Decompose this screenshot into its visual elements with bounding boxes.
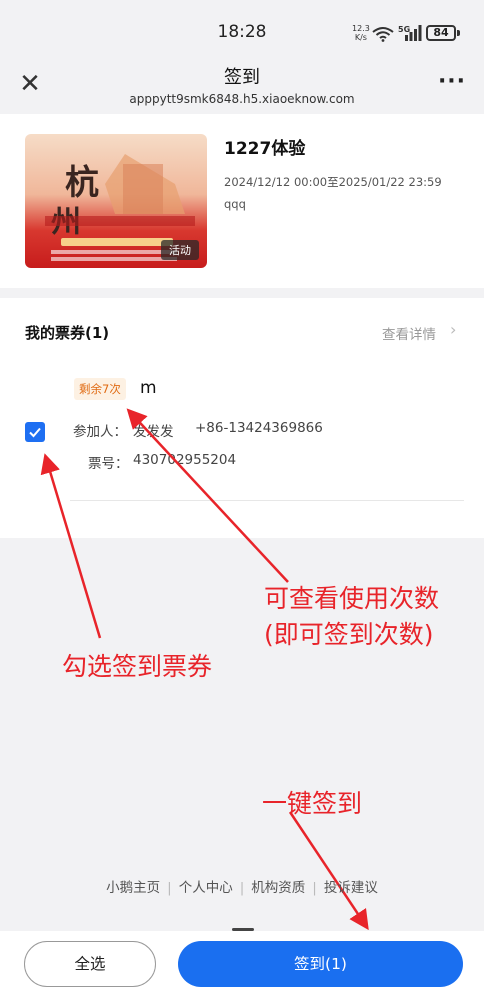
signal-icon xyxy=(405,25,422,41)
remaining-count-badge: 剩余7次 xyxy=(74,378,126,400)
annotation-check-ticket: 勾选签到票券 xyxy=(62,652,213,681)
separator: | xyxy=(239,880,245,896)
footer-link-home[interactable]: 小鹅主页 xyxy=(106,880,160,896)
attendee-label: 参加人： xyxy=(73,424,127,440)
separator: | xyxy=(167,880,172,896)
annotation-one-click: 一键签到 xyxy=(262,789,363,818)
chevron-right-icon[interactable]: › xyxy=(450,320,456,339)
battery-indicator: 84 xyxy=(426,25,456,41)
home-indicator xyxy=(232,928,254,931)
footer-link-credentials[interactable]: 机构资质 xyxy=(251,880,305,896)
select-all-button[interactable]: 全选 xyxy=(24,941,156,987)
net-speed-unit: K/s xyxy=(354,33,367,42)
event-time: 2024/12/12 00:00至2025/01/22 23:59 xyxy=(224,175,442,189)
footer-link-complaint[interactable]: 投诉建议 xyxy=(324,880,378,896)
checkin-button[interactable]: 签到(1) xyxy=(178,941,463,987)
annotation-usage-count: 可查看使用次数 xyxy=(264,584,440,613)
divider xyxy=(70,500,464,501)
more-icon[interactable]: ··· xyxy=(436,70,468,98)
footer-links: 小鹅主页 | 个人中心 | 机构资质 | 投诉建议 xyxy=(0,876,484,896)
footer-link-profile[interactable]: 个人中心 xyxy=(179,880,233,896)
ticket-number: 430702955204 xyxy=(133,452,237,468)
battery-tip xyxy=(457,30,460,36)
poster-tag: 活动 xyxy=(161,240,199,260)
arrow-to-checkin xyxy=(288,811,369,931)
net-speed: 12.3 K/s xyxy=(352,24,370,42)
event-description: qqq xyxy=(224,197,246,211)
check-icon xyxy=(29,427,41,438)
wifi-icon xyxy=(372,27,394,42)
annotation-usage-note: (即可签到次数) xyxy=(264,620,434,649)
tickets-title: 我的票券(1) xyxy=(25,324,110,342)
event-poster[interactable]: 杭 州 活动 xyxy=(25,134,207,268)
ticket-name: m xyxy=(140,378,157,398)
net-speed-value: 12.3 xyxy=(352,24,370,33)
separator: | xyxy=(312,880,317,896)
view-details-link[interactable]: 查看详情 xyxy=(382,323,436,343)
page-url: apppytt9smk6848.h5.xiaoeknow.com xyxy=(129,92,355,106)
attendee-phone: +86-13424369866 xyxy=(195,420,323,436)
svg-text:杭: 杭 xyxy=(65,163,99,203)
event-title: 1227体验 xyxy=(224,139,306,159)
ticket-checkbox[interactable] xyxy=(25,422,45,442)
page-title: 签到 xyxy=(224,67,260,88)
attendee-name: 发发发 xyxy=(133,424,174,440)
ticket-number-label: 票号： xyxy=(88,456,129,472)
